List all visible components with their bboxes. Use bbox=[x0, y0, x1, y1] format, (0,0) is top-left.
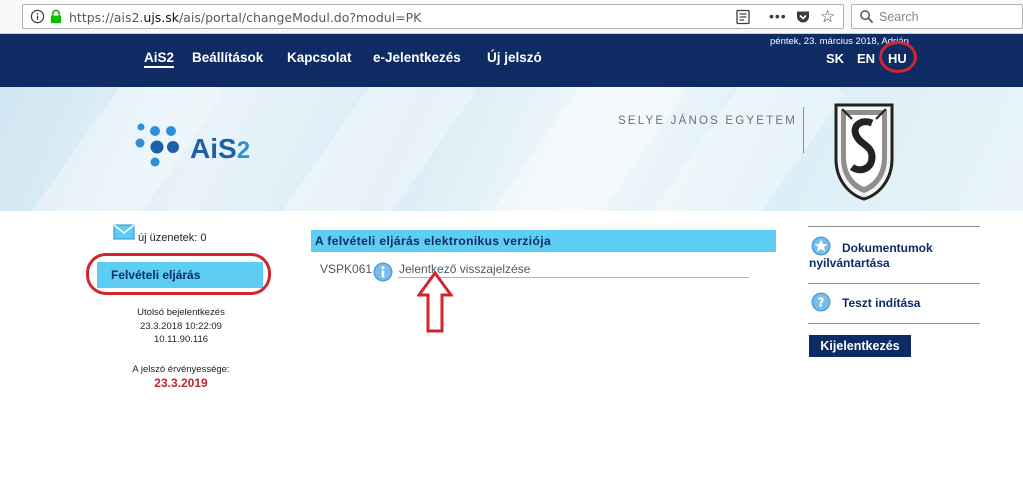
url-text[interactable]: https://ais2.ujs.sk/ais/portal/changeMod… bbox=[69, 10, 421, 25]
url-bar[interactable]: https://ais2.ujs.sk/ais/portal/changeMod… bbox=[22, 4, 844, 29]
section-title: A felvételi eljárás elektronikus verziój… bbox=[311, 230, 776, 252]
header-banner: AiS2 SELYE JÁNOS EGYETEM bbox=[0, 87, 1023, 211]
start-test-link[interactable]: Teszt indítása bbox=[842, 296, 920, 310]
nav-new-password[interactable]: Új jelszó bbox=[487, 50, 542, 65]
last-login-time: 23.3.2018 10:22:09 bbox=[140, 321, 222, 332]
lang-sk[interactable]: SK bbox=[826, 51, 844, 66]
lock-icon[interactable] bbox=[49, 9, 63, 24]
info-icon[interactable] bbox=[373, 262, 393, 282]
nav-e-application[interactable]: e-Jelentkezés bbox=[373, 50, 461, 65]
logout-button[interactable]: Kijelentkezés bbox=[809, 335, 911, 357]
university-crest-icon bbox=[834, 103, 894, 201]
svg-text:?: ? bbox=[818, 296, 825, 310]
new-messages-count[interactable]: új üzenetek: 0 bbox=[138, 232, 207, 244]
more-actions-icon[interactable]: ••• bbox=[769, 8, 787, 24]
search-input[interactable]: Search bbox=[851, 4, 1023, 29]
university-name: SELYE JÁNOS EGYETEM bbox=[618, 115, 797, 127]
bookmark-star-icon[interactable]: ☆ bbox=[820, 7, 835, 27]
right-divider bbox=[808, 323, 980, 324]
question-icon: ? bbox=[811, 292, 831, 312]
reader-view-icon[interactable] bbox=[735, 9, 751, 25]
password-validity-date: 23.3.2019 bbox=[154, 376, 208, 390]
envelope-icon[interactable] bbox=[113, 224, 135, 240]
ais2-logo-icon bbox=[135, 123, 179, 167]
nav-contact[interactable]: Kapcsolat bbox=[287, 50, 352, 65]
info-icon[interactable] bbox=[30, 9, 45, 24]
documents-register-link[interactable]: Dokumentumok nyilvántartása bbox=[809, 241, 981, 271]
search-icon bbox=[860, 10, 874, 24]
arrow-up-icon bbox=[417, 271, 453, 333]
last-login-label: Utolsó bejelentkezés bbox=[137, 307, 225, 318]
browser-toolbar: https://ais2.ujs.sk/ais/portal/changeMod… bbox=[0, 0, 1023, 34]
hu-highlight-circle bbox=[879, 41, 917, 73]
application-code: VSPK061 bbox=[320, 262, 373, 276]
banner-divider bbox=[803, 107, 804, 153]
ais2-logo-text: AiS2 bbox=[190, 133, 251, 164]
password-validity-label: A jelszó érvényessége: bbox=[132, 364, 230, 375]
nav-ais2[interactable]: AiS2 bbox=[144, 50, 175, 68]
menu-highlight-circle bbox=[86, 253, 271, 295]
last-login-ip: 10.11.90.116 bbox=[153, 334, 209, 345]
nav-settings[interactable]: Beállítások bbox=[192, 50, 263, 65]
right-divider bbox=[808, 283, 980, 284]
right-divider bbox=[808, 226, 980, 227]
search-placeholder: Search bbox=[879, 10, 919, 24]
pocket-icon[interactable] bbox=[795, 9, 811, 25]
lang-en[interactable]: EN bbox=[857, 51, 875, 66]
top-navigation: AiS2 Beállítások Kapcsolat e-Jelentkezés… bbox=[0, 34, 1023, 87]
